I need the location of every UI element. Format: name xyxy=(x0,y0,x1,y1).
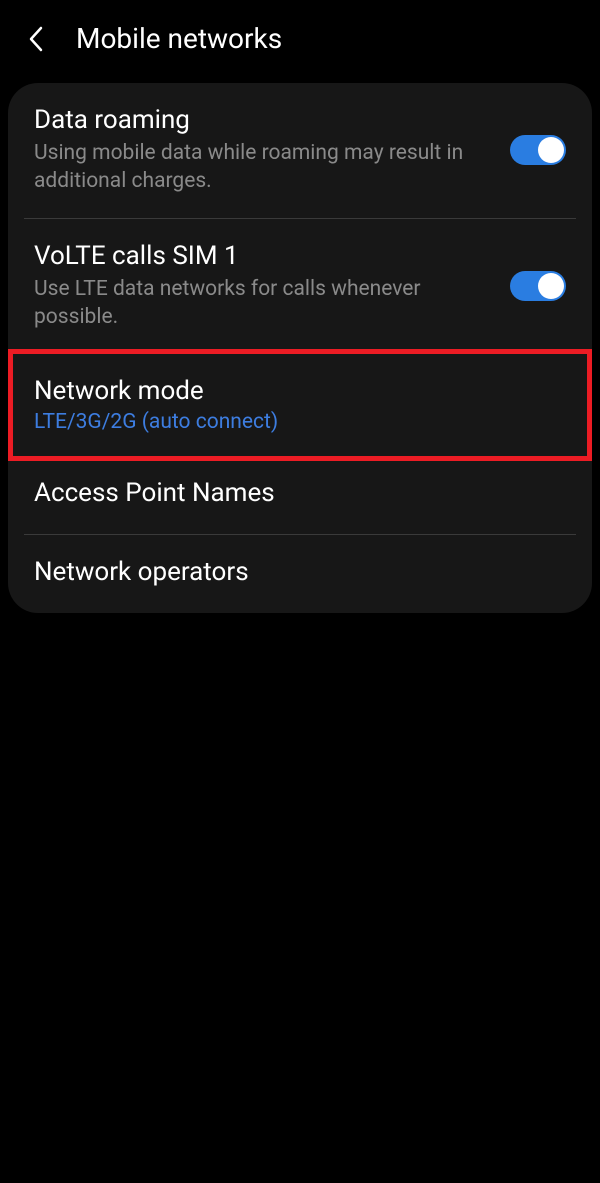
network-mode-item[interactable]: Network mode LTE/3G/2G (auto connect) xyxy=(13,354,587,456)
apn-item[interactable]: Access Point Names xyxy=(8,456,592,534)
header: Mobile networks xyxy=(0,0,600,83)
highlighted-box: Network mode LTE/3G/2G (auto connect) xyxy=(8,349,592,461)
item-content: Network mode LTE/3G/2G (auto connect) xyxy=(34,376,566,434)
toggle-knob xyxy=(538,137,564,163)
item-content: Network operators xyxy=(34,557,566,591)
volte-calls-item[interactable]: VoLTE calls SIM 1 Use LTE data networks … xyxy=(8,219,592,354)
item-subtitle: Use LTE data networks for calls whenever… xyxy=(34,275,490,332)
item-content: VoLTE calls SIM 1 Use LTE data networks … xyxy=(34,241,510,332)
back-icon[interactable] xyxy=(28,24,46,54)
settings-card: Data roaming Using mobile data while roa… xyxy=(8,83,592,613)
item-title: Network mode xyxy=(34,376,546,406)
item-content: Data roaming Using mobile data while roa… xyxy=(34,105,510,196)
item-title: VoLTE calls SIM 1 xyxy=(34,241,490,271)
page-title: Mobile networks xyxy=(76,22,282,55)
item-subtitle: Using mobile data while roaming may resu… xyxy=(34,139,490,196)
data-roaming-toggle[interactable] xyxy=(510,135,566,165)
data-roaming-item[interactable]: Data roaming Using mobile data while roa… xyxy=(8,83,592,218)
volte-toggle[interactable] xyxy=(510,271,566,301)
item-title: Access Point Names xyxy=(34,478,546,508)
item-content: Access Point Names xyxy=(34,478,566,512)
item-value: LTE/3G/2G (auto connect) xyxy=(34,410,546,434)
item-title: Data roaming xyxy=(34,105,490,135)
toggle-knob xyxy=(538,273,564,299)
item-title: Network operators xyxy=(34,557,546,587)
network-operators-item[interactable]: Network operators xyxy=(8,535,592,613)
